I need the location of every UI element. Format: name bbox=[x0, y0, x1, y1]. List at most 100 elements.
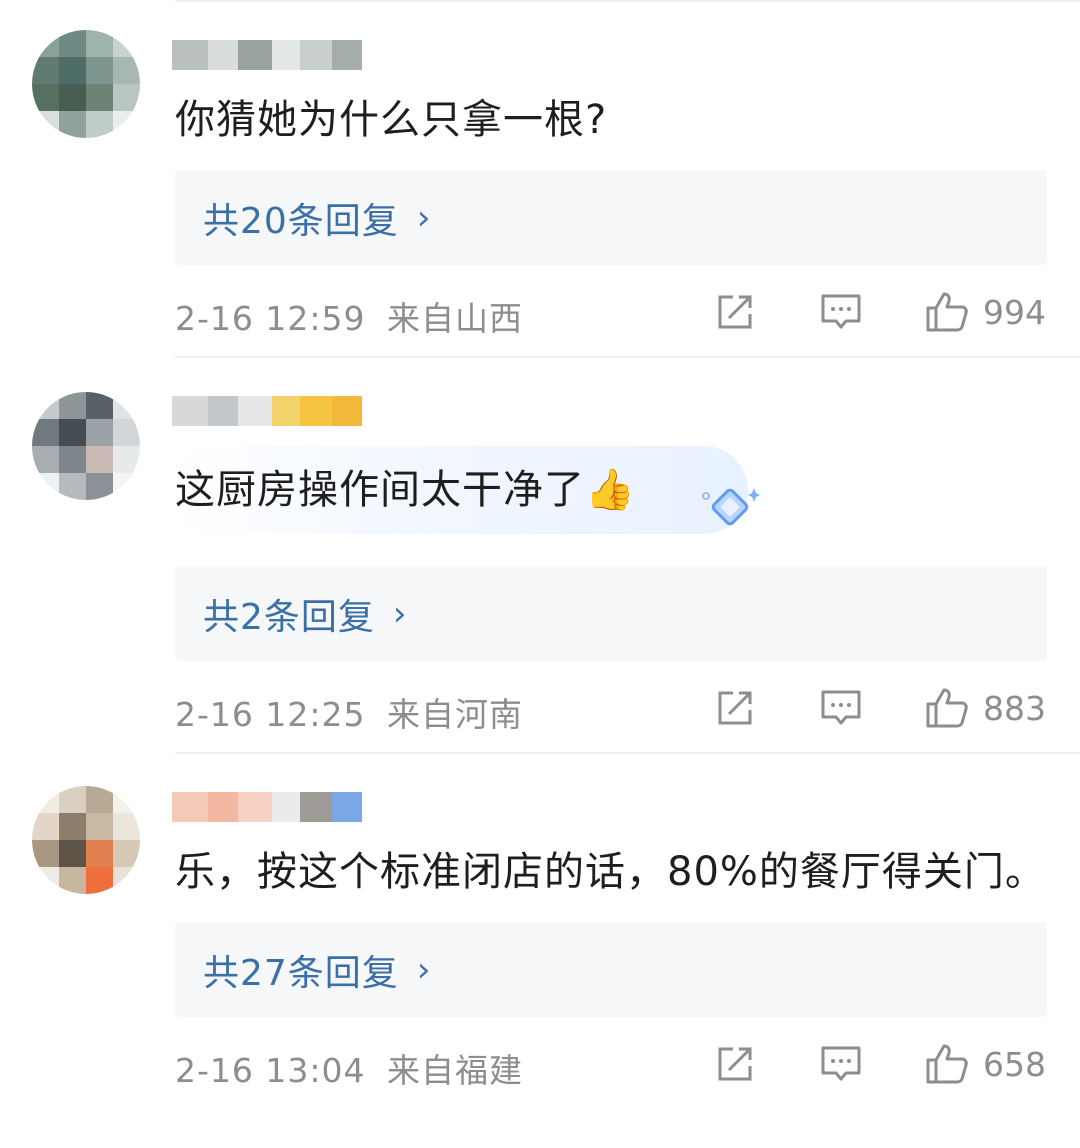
share-icon bbox=[718, 1047, 752, 1081]
comment-item: 这厨房操作间太干净了👍 共2条回复 › 2-16 12:25 来自河南 883 bbox=[0, 356, 1080, 752]
avatar-pixel bbox=[113, 813, 140, 840]
avatar-pixel bbox=[32, 786, 59, 813]
location: 来自山西 bbox=[387, 299, 523, 338]
share-button[interactable] bbox=[715, 688, 755, 728]
username-pixel bbox=[300, 792, 332, 822]
username[interactable] bbox=[172, 38, 362, 72]
avatar-pixel bbox=[113, 84, 140, 111]
avatar-pixel bbox=[59, 84, 86, 111]
avatar-pixel bbox=[32, 57, 59, 84]
view-replies-button[interactable]: 共20条回复 › bbox=[175, 170, 1047, 265]
replies-count-label: 共20条回复 bbox=[203, 200, 399, 242]
avatar-pixel bbox=[32, 813, 59, 840]
avatar[interactable] bbox=[32, 786, 140, 894]
share-button[interactable] bbox=[715, 292, 755, 332]
avatar-pixel bbox=[32, 840, 59, 867]
avatar-pixel bbox=[113, 867, 140, 894]
comment-button[interactable] bbox=[820, 688, 862, 728]
avatar-pixel bbox=[59, 30, 86, 57]
like-button[interactable]: 994 bbox=[925, 290, 1046, 334]
avatar-pixel bbox=[32, 30, 59, 57]
comment-button[interactable] bbox=[820, 292, 862, 332]
username-pixel bbox=[208, 396, 238, 426]
avatar-pixel bbox=[86, 57, 113, 84]
comment-icon bbox=[821, 1046, 861, 1081]
avatar-pixel bbox=[86, 786, 113, 813]
username-pixel bbox=[238, 792, 272, 822]
replies-count-label: 共27条回复 bbox=[203, 952, 399, 994]
avatar-pixel bbox=[113, 473, 140, 500]
avatar-pixel bbox=[113, 111, 140, 138]
username-pixel bbox=[172, 396, 208, 426]
comment-button[interactable] bbox=[820, 1044, 862, 1084]
avatar-pixel bbox=[59, 473, 86, 500]
comment-item: 你猜她为什么只拿一根? 共20条回复 › 2-16 12:59 来自山西 994 bbox=[0, 0, 1080, 396]
gem-icon bbox=[702, 488, 760, 526]
like-icon bbox=[926, 292, 968, 332]
chevron-right-icon: › bbox=[416, 949, 431, 990]
username-pixel bbox=[300, 40, 332, 70]
avatar-pixel bbox=[59, 111, 86, 138]
avatar-pixel bbox=[86, 473, 113, 500]
avatar-pixel bbox=[59, 786, 86, 813]
avatar-pixel bbox=[113, 786, 140, 813]
avatar-pixel bbox=[32, 111, 59, 138]
avatar-pixel bbox=[32, 473, 59, 500]
avatar-pixel bbox=[86, 446, 113, 473]
username-pixel bbox=[172, 792, 208, 822]
location: 来自河南 bbox=[387, 695, 523, 734]
timestamp: 2-16 12:25 bbox=[175, 695, 366, 734]
comment-meta: 2-16 13:04 来自福建 bbox=[175, 1044, 523, 1092]
like-icon bbox=[926, 1044, 968, 1084]
username-pixel bbox=[208, 792, 238, 822]
like-button[interactable]: 658 bbox=[925, 1042, 1046, 1086]
avatar-pixel bbox=[113, 392, 140, 419]
username-pixel bbox=[272, 792, 300, 822]
avatar-pixel bbox=[86, 30, 113, 57]
avatar-pixel bbox=[86, 84, 113, 111]
avatar-pixel bbox=[113, 419, 140, 446]
share-button[interactable] bbox=[715, 1044, 755, 1084]
avatar-pixel bbox=[32, 419, 59, 446]
location: 来自福建 bbox=[387, 1051, 523, 1090]
timestamp: 2-16 13:04 bbox=[175, 1051, 366, 1090]
avatar-pixel bbox=[113, 840, 140, 867]
comment-icon bbox=[821, 690, 861, 725]
username-pixel bbox=[238, 40, 272, 70]
avatar-pixel bbox=[32, 446, 59, 473]
avatar-pixel bbox=[86, 419, 113, 446]
like-count: 658 bbox=[983, 1044, 1046, 1084]
avatar-pixel bbox=[32, 84, 59, 111]
avatar-pixel bbox=[32, 392, 59, 419]
username[interactable] bbox=[172, 394, 362, 428]
comment-meta: 2-16 12:25 来自河南 bbox=[175, 688, 523, 736]
replies-count-label: 共2条回复 bbox=[203, 596, 375, 638]
divider bbox=[175, 752, 1080, 754]
username-pixel bbox=[208, 40, 238, 70]
comment-text: 乐，按这个标准闭店的话，80%的餐厅得关门。 bbox=[175, 849, 1046, 895]
username-pixel bbox=[172, 40, 208, 70]
avatar-pixel bbox=[86, 840, 113, 867]
username-pixel bbox=[272, 396, 300, 426]
avatar-pixel bbox=[113, 57, 140, 84]
like-button[interactable]: 883 bbox=[925, 686, 1046, 730]
share-icon bbox=[718, 691, 752, 725]
avatar[interactable] bbox=[32, 392, 140, 500]
avatar-pixel bbox=[86, 111, 113, 138]
avatar-pixel bbox=[59, 813, 86, 840]
username[interactable] bbox=[172, 790, 362, 824]
avatar-pixel bbox=[59, 867, 86, 894]
chevron-right-icon: › bbox=[416, 197, 431, 238]
avatar-pixel bbox=[59, 840, 86, 867]
share-icon bbox=[718, 295, 752, 329]
view-replies-button[interactable]: 共2条回复 › bbox=[175, 566, 1047, 661]
username-pixel bbox=[272, 40, 300, 70]
chevron-right-icon: › bbox=[392, 593, 407, 634]
username-pixel bbox=[332, 40, 362, 70]
timestamp: 2-16 12:59 bbox=[175, 299, 366, 338]
avatar[interactable] bbox=[32, 30, 140, 138]
view-replies-button[interactable]: 共27条回复 › bbox=[175, 922, 1047, 1017]
comment-meta: 2-16 12:59 来自山西 bbox=[175, 292, 523, 340]
divider bbox=[175, 356, 1080, 358]
comment-item: 乐，按这个标准闭店的话，80%的餐厅得关门。 共27条回复 › 2-16 13:… bbox=[0, 752, 1080, 1148]
